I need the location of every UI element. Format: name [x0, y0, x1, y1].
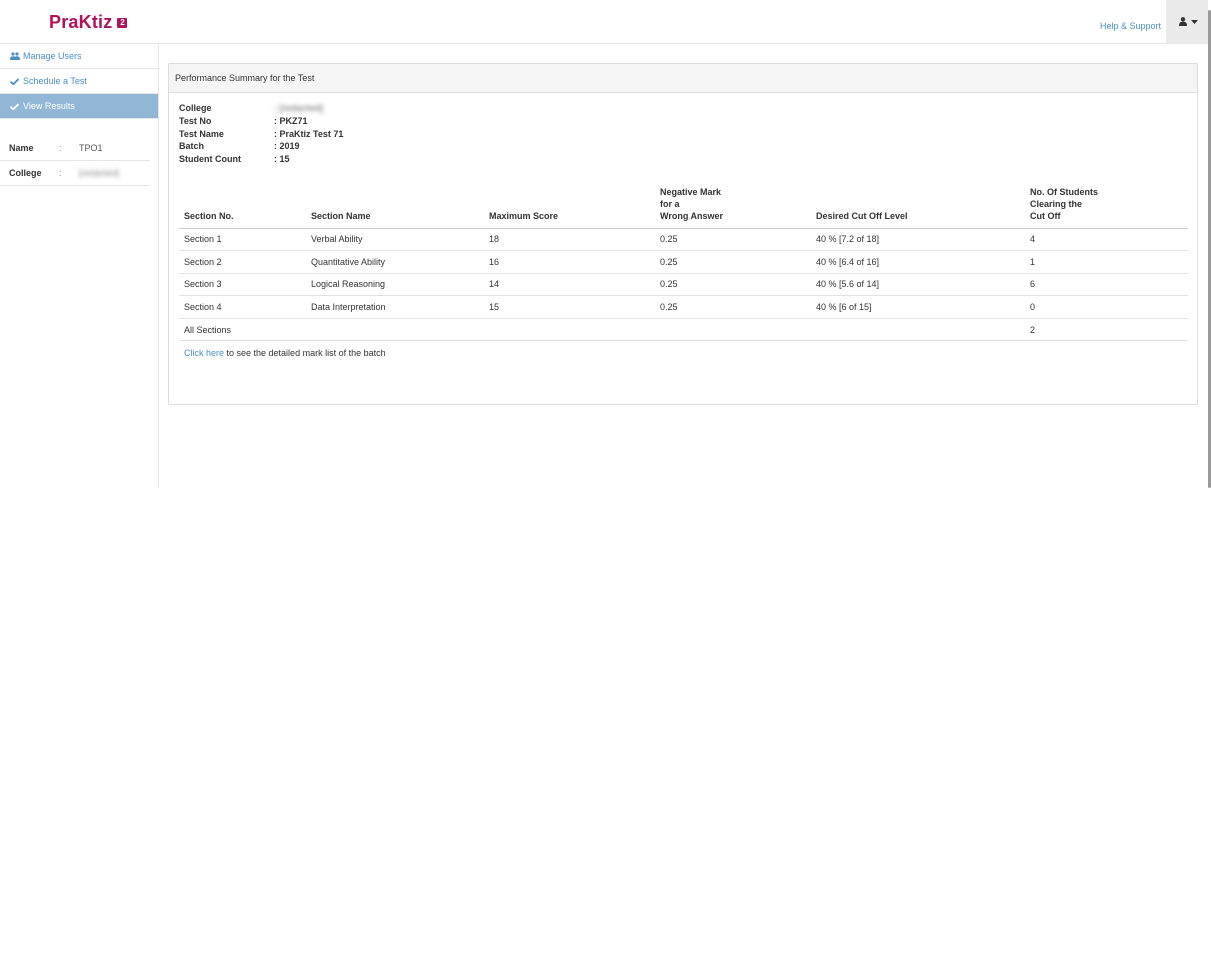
col-header-cut-off: Desired Cut Off Level	[811, 185, 1025, 229]
sidebar-item-view-results[interactable]: View Results	[0, 94, 158, 119]
meta-row: Batch : 2019	[179, 141, 343, 154]
table-cell	[306, 318, 484, 342]
sidebar-item-label: Manage Users	[23, 51, 82, 61]
info-label: College	[9, 168, 42, 178]
meta-value: : PKZ71	[274, 115, 308, 126]
info-value-redacted: [redacted]	[79, 168, 120, 178]
info-row-college: College : [redacted]	[0, 161, 150, 186]
meta-row: Test No : PKZ71	[179, 116, 343, 129]
mark-list-note: Click here to see the detailed mark list…	[184, 348, 386, 358]
table-cell: 14	[484, 273, 655, 297]
performance-summary-panel: Performance Summary for the Test College…	[168, 63, 1198, 405]
table-cell: All Sections	[179, 318, 306, 342]
sidebar: Manage Users Schedule a Test View Result…	[0, 44, 159, 488]
table-cell: 16	[484, 250, 655, 274]
table-cell: Section 4	[179, 295, 306, 319]
col-header-students-clearing: No. Of Students Clearing the Cut Off	[1025, 185, 1188, 229]
table-cell: 40 % [6 of 15]	[811, 295, 1025, 319]
brand-logo[interactable]: PraKtiz 2	[49, 12, 128, 33]
meta-row: Student Count : 15	[179, 154, 343, 167]
meta-value: : 2019	[274, 141, 300, 152]
sidebar-item-label: View Results	[23, 101, 75, 111]
section-summary-table: Section No. Section Name Maximum Score N…	[179, 185, 1188, 342]
table-cell: 4	[1025, 228, 1188, 252]
table-cell: 40 % [6.4 of 16]	[811, 250, 1025, 274]
table-cell: 0.25	[655, 250, 811, 274]
mark-list-link[interactable]: Click here	[184, 348, 224, 358]
check-icon	[10, 77, 20, 85]
user-icon	[1179, 17, 1187, 26]
meta-label: Student Count	[179, 154, 241, 165]
table-cell: 15	[484, 295, 655, 319]
meta-row: Test Name : PraKtiz Test 71	[179, 129, 343, 142]
table-cell: 0.25	[655, 228, 811, 252]
sidebar-item-schedule-test[interactable]: Schedule a Test	[0, 69, 158, 94]
table-row: Section 1 Verbal Ability 18 0.25 40 % [7.2 o…	[179, 228, 1188, 252]
meta-value-redacted: : [redacted]	[274, 103, 324, 113]
meta-value: : PraKtiz Test 71	[274, 128, 344, 139]
table-header-row: Section No. Section Name Maximum Score N…	[179, 185, 1188, 229]
meta-label: Test No	[179, 115, 212, 126]
info-row-name: Name : TPO1	[0, 136, 150, 161]
meta-label: Batch	[179, 141, 205, 152]
mark-list-text: to see the detailed mark list of the bat…	[224, 348, 386, 358]
table-cell	[655, 318, 811, 342]
info-colon: :	[59, 143, 62, 153]
table-cell: 6	[1025, 273, 1188, 297]
col-header-section-no: Section No.	[179, 185, 306, 229]
table-cell: 18	[484, 228, 655, 252]
table-cell: 0.25	[655, 273, 811, 297]
user-info: Name : TPO1 College : [redacted]	[0, 136, 158, 186]
table-cell: 2	[1025, 318, 1188, 342]
help-support-link[interactable]: Help & Support	[1100, 21, 1161, 31]
meta-row: College : [redacted]	[179, 103, 343, 116]
check-icon	[10, 102, 20, 110]
users-icon	[10, 52, 20, 60]
table-cell: Verbal Ability	[306, 228, 484, 252]
table-cell: Data Interpretation	[306, 295, 484, 319]
caret-down-icon	[1191, 19, 1198, 24]
table-cell	[484, 318, 655, 342]
meta-value: : 15	[274, 154, 290, 165]
table-cell	[811, 318, 1025, 342]
table-row: Section 3 Logical Reasoning 14 0.25 40 % [5.…	[179, 273, 1188, 297]
table-cell: 0	[1025, 295, 1188, 319]
info-label: Name	[9, 143, 34, 153]
panel-heading: Performance Summary for the Test	[169, 64, 1197, 93]
table-cell: Section 2	[179, 250, 306, 274]
brand-badge: 2	[117, 17, 128, 28]
meta-label: Test Name	[179, 128, 224, 139]
table-body: Section 1 Verbal Ability 18 0.25 40 % [7.2 o…	[179, 228, 1188, 342]
table-cell: Quantitative Ability	[306, 250, 484, 274]
table-cell: 40 % [7.2 of 18]	[811, 228, 1025, 252]
table-row: All Sections 2	[179, 318, 1188, 342]
user-menu-button[interactable]	[1166, 0, 1211, 43]
table-cell: Section 1	[179, 228, 306, 252]
table-row: Section 2 Quantitative Ability 16 0.25 40 % …	[179, 250, 1188, 274]
table-cell: 0.25	[655, 295, 811, 319]
col-header-max-score: Maximum Score	[484, 185, 655, 229]
info-colon: :	[59, 168, 62, 178]
col-header-negative-mark: Negative Mark for a Wrong Answer	[655, 185, 811, 229]
table-cell: Logical Reasoning	[306, 273, 484, 297]
brand-name: PraKtiz	[49, 12, 113, 32]
table-cell: Section 3	[179, 273, 306, 297]
test-meta: College : [redacted] Test No : PKZ71 Tes…	[179, 103, 343, 167]
sidebar-item-label: Schedule a Test	[23, 76, 87, 86]
table-cell: 1	[1025, 250, 1188, 274]
meta-label: College	[179, 103, 212, 113]
table-cell: 40 % [5.6 of 14]	[811, 273, 1025, 297]
sidebar-item-manage-users[interactable]: Manage Users	[0, 44, 158, 69]
top-navbar: PraKtiz 2 Help & Support	[0, 0, 1211, 44]
table-row: Section 4 Data Interpretation 15 0.25 40 % […	[179, 295, 1188, 319]
info-value: TPO1	[79, 143, 103, 153]
col-header-section-name: Section Name	[306, 185, 484, 229]
